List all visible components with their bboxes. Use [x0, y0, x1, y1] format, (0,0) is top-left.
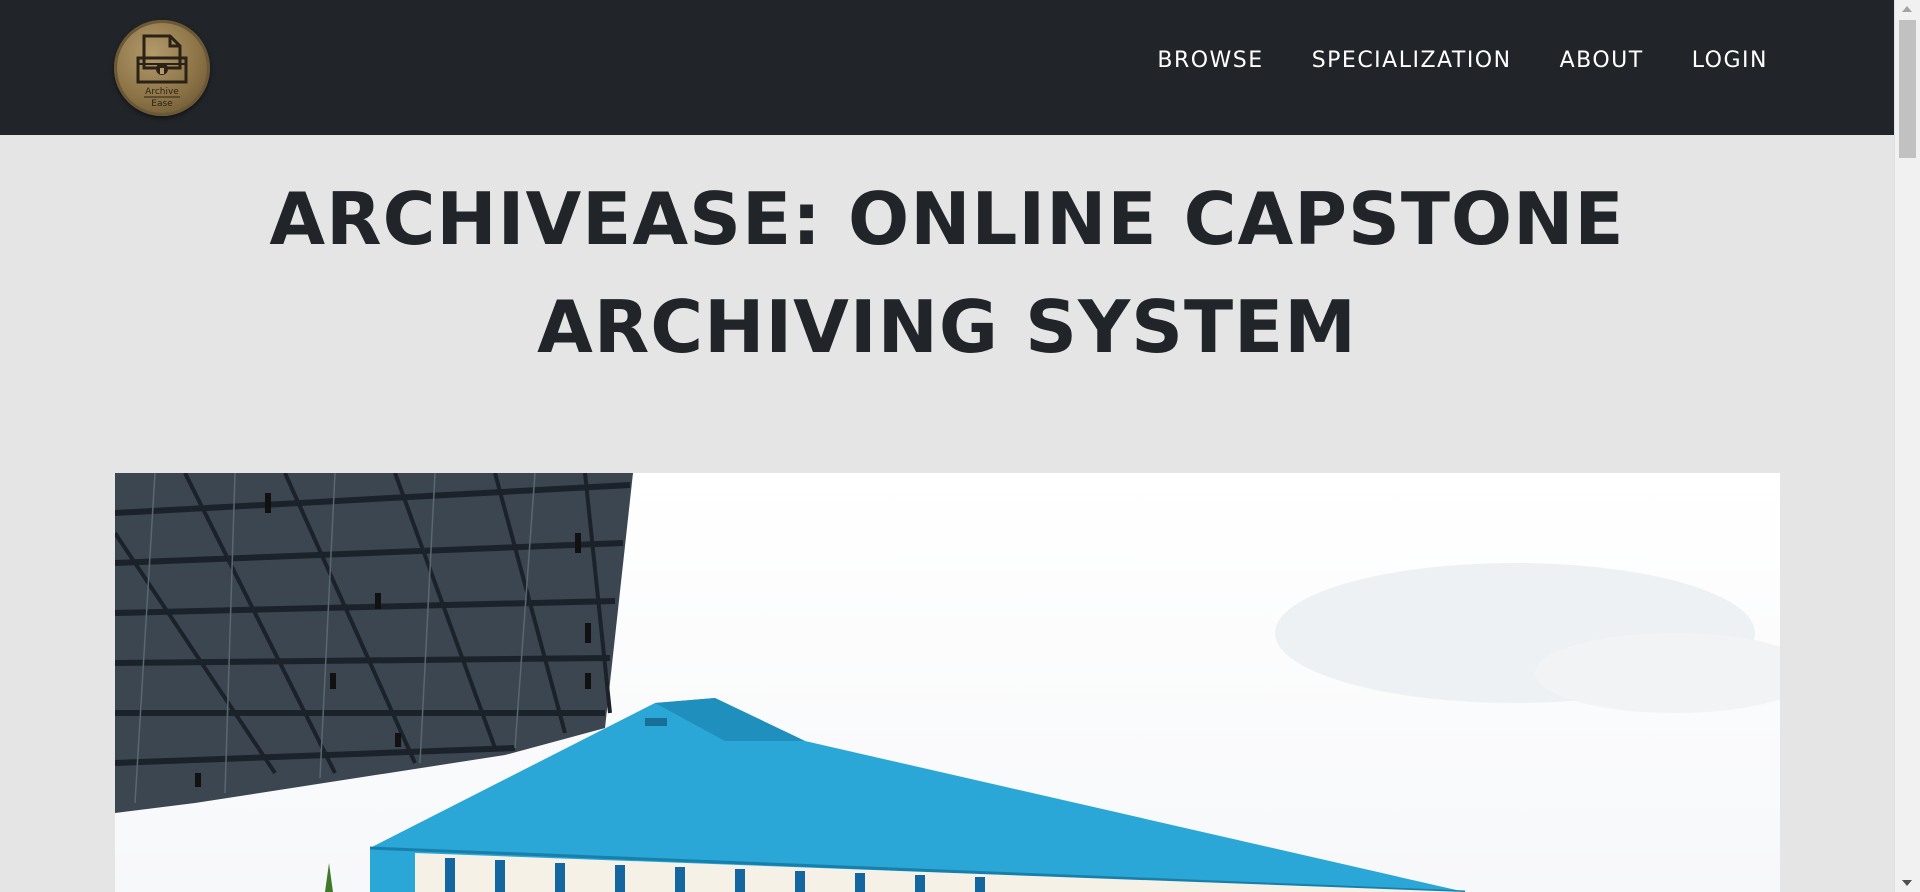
page-title: ARCHIVEASE: ONLINE CAPSTONE ARCHIVING SY… — [114, 165, 1780, 381]
nav-about-link[interactable]: ABOUT — [1560, 48, 1644, 73]
navbar: Archive Ease BROWSE SPECIALIZATION ABOUT… — [0, 0, 1895, 135]
vertical-scrollbar[interactable] — [1894, 0, 1920, 892]
page: Archive Ease BROWSE SPECIALIZATION ABOUT… — [0, 0, 1920, 892]
nav-specialization-link[interactable]: SPECIALIZATION — [1312, 48, 1512, 73]
scroll-down-arrow-icon[interactable] — [1902, 880, 1912, 886]
nav-browse-link[interactable]: BROWSE — [1157, 48, 1263, 73]
archive-box-lock-icon: Archive Ease — [136, 34, 188, 109]
site-logo[interactable]: Archive Ease — [114, 20, 210, 116]
svg-text:Ease: Ease — [151, 99, 173, 109]
page-title-line2: ARCHIVING SYSTEM — [537, 285, 1357, 369]
hero-image — [115, 473, 1780, 892]
nav-login-link[interactable]: LOGIN — [1692, 48, 1768, 73]
page-title-line1: ARCHIVEASE: ONLINE CAPSTONE — [269, 177, 1625, 261]
svg-text:Archive: Archive — [145, 87, 179, 97]
scroll-up-arrow-icon[interactable] — [1902, 6, 1912, 12]
main-nav: BROWSE SPECIALIZATION ABOUT LOGIN — [1157, 48, 1768, 73]
campus-building-illustration — [115, 473, 1780, 892]
scroll-thumb[interactable] — [1899, 20, 1916, 158]
